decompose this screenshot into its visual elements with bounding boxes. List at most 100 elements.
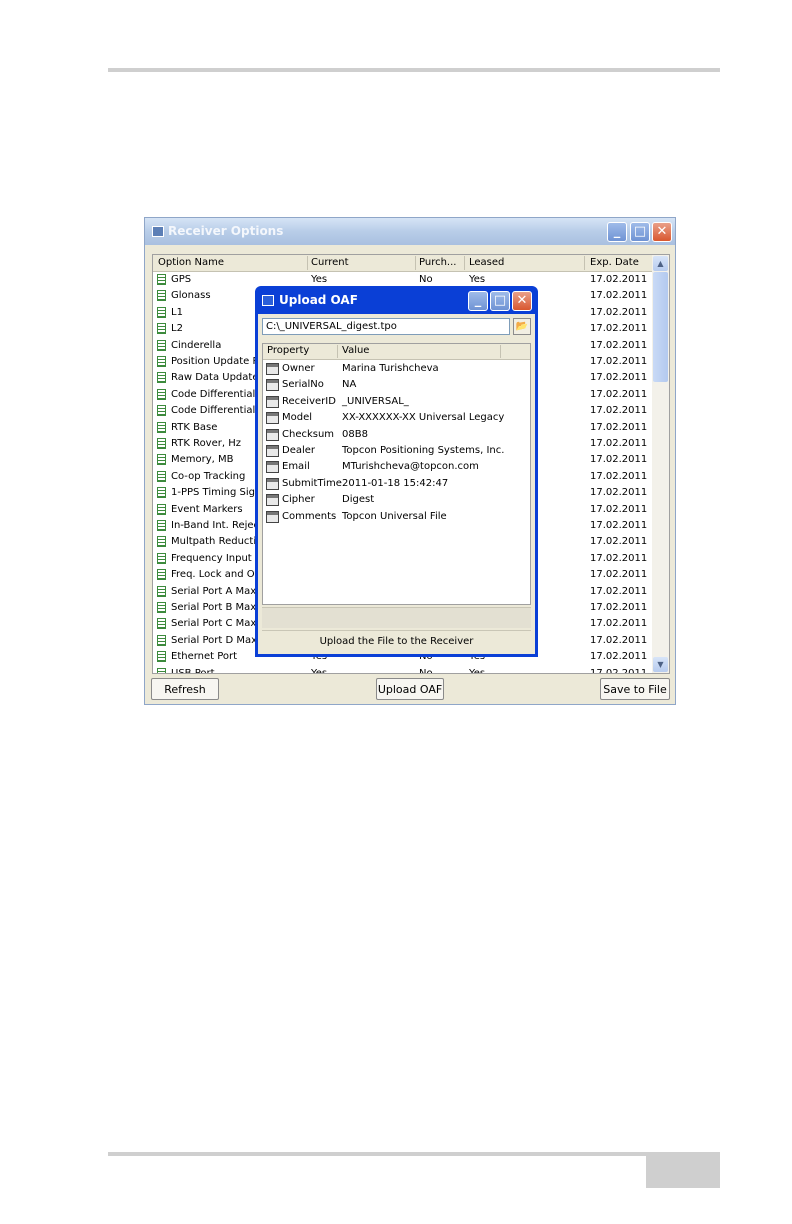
col-header-purchased[interactable]: Purch...	[419, 257, 456, 268]
save-to-file-button[interactable]: Save to File	[600, 678, 670, 700]
option-icon	[157, 602, 166, 613]
option-exp: 17.02.2011	[590, 487, 648, 499]
option-name: Glonass	[171, 290, 211, 302]
option-icon	[157, 372, 166, 384]
property-row[interactable]: Model XX-XXXXXX-XX Universal Legacy	[263, 410, 530, 426]
property-row[interactable]: Comments Topcon Universal File	[263, 509, 530, 525]
option-exp: 17.02.2011	[590, 421, 648, 433]
upload-oaf-button[interactable]: Upload OAF	[376, 678, 444, 700]
property-name: Owner	[282, 363, 315, 374]
window-titlebar[interactable]: Receiver Options _ □ ✕	[145, 218, 675, 245]
property-name: ReceiverID	[282, 395, 336, 407]
property-name: Model	[282, 412, 313, 424]
open-folder-icon[interactable]: 📂	[513, 318, 531, 335]
upload-oaf-dialog: Upload OAF _ □ ✕ C:\_UNIVERSAL_digest.tp…	[255, 286, 538, 657]
option-name: L1	[171, 306, 183, 318]
maximize-button[interactable]: □	[630, 222, 650, 242]
option-leased: Yes	[469, 667, 486, 674]
property-icon	[266, 428, 279, 441]
property-icon	[266, 412, 279, 425]
header-rule	[108, 68, 720, 72]
option-name: Serial Port C Max	[171, 618, 257, 630]
option-current: Yes	[311, 274, 328, 285]
upload-file-to-receiver-button[interactable]: Upload the File to the Receiver	[262, 630, 531, 653]
close-button[interactable]: ✕	[652, 222, 672, 242]
property-row[interactable]: Owner Marina Turishcheva	[263, 361, 530, 377]
option-exp: 17.02.2011	[590, 339, 648, 351]
list-item[interactable]: USB Port Yes No Yes 17.02.2011	[153, 666, 653, 674]
option-icon	[157, 306, 166, 318]
option-exp: 17.02.2011	[590, 552, 648, 564]
property-row[interactable]: Checksum 08B8	[263, 427, 530, 443]
option-leased: Yes	[469, 274, 486, 285]
minimize-button[interactable]: _	[607, 222, 627, 242]
col-header-value[interactable]: Value	[342, 345, 369, 356]
properties-header: Property Value	[263, 344, 530, 360]
dialog-status-strip	[262, 607, 531, 628]
property-row[interactable]: SerialNo NA	[263, 377, 530, 393]
option-exp: 17.02.2011	[590, 585, 648, 597]
scroll-thumb[interactable]	[653, 272, 668, 382]
option-current: Yes	[311, 667, 328, 674]
property-row[interactable]: Dealer Topcon Positioning Systems, Inc.	[263, 443, 530, 459]
col-header-option-name[interactable]: Option Name	[158, 257, 224, 268]
dialog-maximize-button[interactable]: □	[490, 291, 510, 311]
page-number-tab	[646, 1152, 720, 1188]
col-header-leased[interactable]: Leased	[469, 257, 504, 268]
option-name: Frequency Input	[171, 552, 252, 564]
property-value: XX-XXXXXX-XX Universal Legacy	[342, 412, 505, 424]
footer-rule	[108, 1152, 646, 1156]
option-icon	[157, 487, 166, 499]
col-header-property[interactable]: Property	[267, 345, 309, 356]
property-row[interactable]: Email MTurishcheva@topcon.com	[263, 459, 530, 475]
option-name: L2	[171, 323, 183, 335]
dialog-app-icon	[262, 295, 274, 306]
dialog-titlebar[interactable]: Upload OAF _ □ ✕	[255, 286, 538, 314]
option-exp: 17.02.2011	[590, 634, 648, 646]
option-icon	[157, 634, 166, 646]
option-icon	[157, 323, 166, 335]
property-name: Comments	[282, 510, 337, 522]
dialog-minimize-button[interactable]: _	[468, 291, 488, 311]
property-name: Cipher	[282, 494, 315, 506]
option-exp: 17.02.2011	[590, 520, 648, 531]
property-value: MTurishcheva@topcon.com	[342, 461, 479, 473]
dialog-close-button[interactable]: ✕	[512, 291, 532, 311]
options-list-header: Option Name Current Purch... Leased Exp.…	[153, 255, 653, 272]
property-name: Dealer	[282, 445, 316, 456]
refresh-button[interactable]: Refresh	[151, 678, 219, 700]
property-icon	[266, 510, 279, 523]
option-exp: 17.02.2011	[590, 356, 648, 367]
property-icon	[266, 461, 279, 474]
option-icon	[157, 536, 166, 548]
col-header-current[interactable]: Current	[311, 257, 349, 268]
option-exp: 17.02.2011	[590, 503, 648, 515]
property-icon	[266, 395, 279, 408]
property-icon	[266, 445, 279, 457]
vertical-scrollbar[interactable]: ▲ ▼	[652, 255, 669, 673]
property-row[interactable]: ReceiverID _UNIVERSAL_	[263, 394, 530, 410]
option-name: RTK Rover, Hz	[171, 438, 241, 449]
option-name: RTK Base	[171, 421, 218, 433]
option-exp: 17.02.2011	[590, 651, 648, 663]
option-name: In-Band Int. Rejec	[171, 520, 260, 531]
property-icon	[266, 363, 279, 375]
file-path-field[interactable]: C:\_UNIVERSAL_digest.tpo	[262, 318, 510, 335]
option-name: Serial Port A Max	[171, 585, 257, 597]
scroll-up-icon[interactable]: ▲	[653, 256, 668, 271]
property-row[interactable]: Cipher Digest	[263, 492, 530, 508]
property-value: 2011-01-18 15:42:47	[342, 477, 449, 489]
col-header-exp-date[interactable]: Exp. Date	[590, 257, 639, 268]
property-row[interactable]: SubmitTime 2011-01-18 15:42:47	[263, 476, 530, 492]
option-icon	[157, 667, 166, 673]
property-icon	[266, 494, 279, 507]
option-exp: 17.02.2011	[590, 323, 648, 335]
option-icon	[157, 552, 166, 564]
option-icon	[157, 290, 166, 302]
option-name: Freq. Lock and Ou	[171, 569, 261, 581]
scroll-down-icon[interactable]: ▼	[653, 657, 668, 672]
properties-list[interactable]: Property Value Owner Marina Turishcheva Se…	[262, 343, 531, 605]
option-icon	[157, 569, 166, 581]
property-icon	[266, 477, 279, 490]
option-icon	[157, 274, 166, 285]
